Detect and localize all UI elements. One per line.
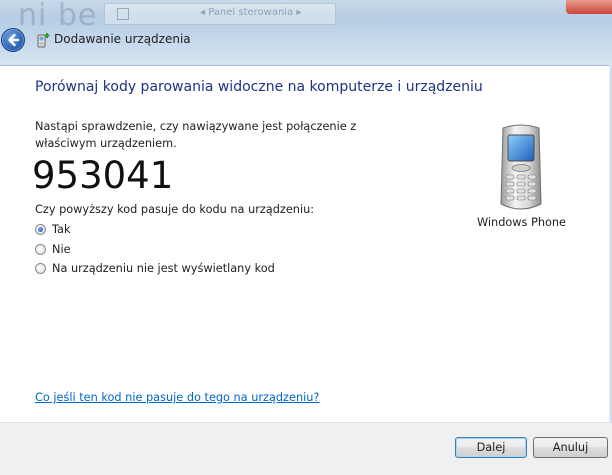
option-no-code-shown-label: Na urządzeniu nie jest wyświetlany kod [52, 261, 275, 275]
radio-yes[interactable] [35, 223, 46, 235]
background-address-bar: ◂ Panel sterowania ▸ [104, 3, 336, 25]
mobile-phone-icon [500, 124, 542, 210]
background-close-button [566, 0, 612, 14]
pairing-code: 953041 [32, 154, 174, 197]
device-name: Windows Phone [477, 216, 567, 229]
page-heading: Porównaj kody parowania widoczne na komp… [35, 79, 483, 95]
help-link[interactable]: Co jeśli ten kod nie pasuje do tego na u… [35, 391, 319, 404]
background-breadcrumb: ◂ Panel sterowania ▸ [200, 7, 302, 18]
option-no[interactable]: Nie [35, 241, 71, 257]
dialog-footer: Dalej Anuluj [0, 422, 612, 475]
next-button[interactable]: Dalej [455, 437, 527, 458]
window-title: Dodawanie urządzenia [54, 32, 191, 46]
background-folder-icon [117, 8, 129, 20]
option-no-code-shown[interactable]: Na urządzeniu nie jest wyświetlany kod [35, 260, 275, 276]
add-device-icon [37, 33, 50, 48]
option-yes-label: Tak [52, 222, 71, 236]
code-match-question: Czy powyższy kod pasuje do kodu na urząd… [35, 203, 315, 216]
window-chrome: ni be ◂ Panel sterowania ▸ Dodawanie urz… [0, 0, 612, 66]
cancel-button[interactable]: Anuluj [533, 437, 608, 458]
radio-no-code-shown[interactable] [35, 262, 46, 274]
back-button[interactable] [1, 28, 25, 52]
description-text: Nastąpi sprawdzenie, czy nawiązywane jes… [35, 120, 357, 150]
option-yes[interactable]: Tak [35, 221, 71, 237]
back-arrow-icon [8, 33, 20, 47]
radio-no[interactable] [35, 243, 46, 255]
background-window-text: ni be [18, 0, 98, 33]
option-no-label: Nie [52, 242, 71, 256]
